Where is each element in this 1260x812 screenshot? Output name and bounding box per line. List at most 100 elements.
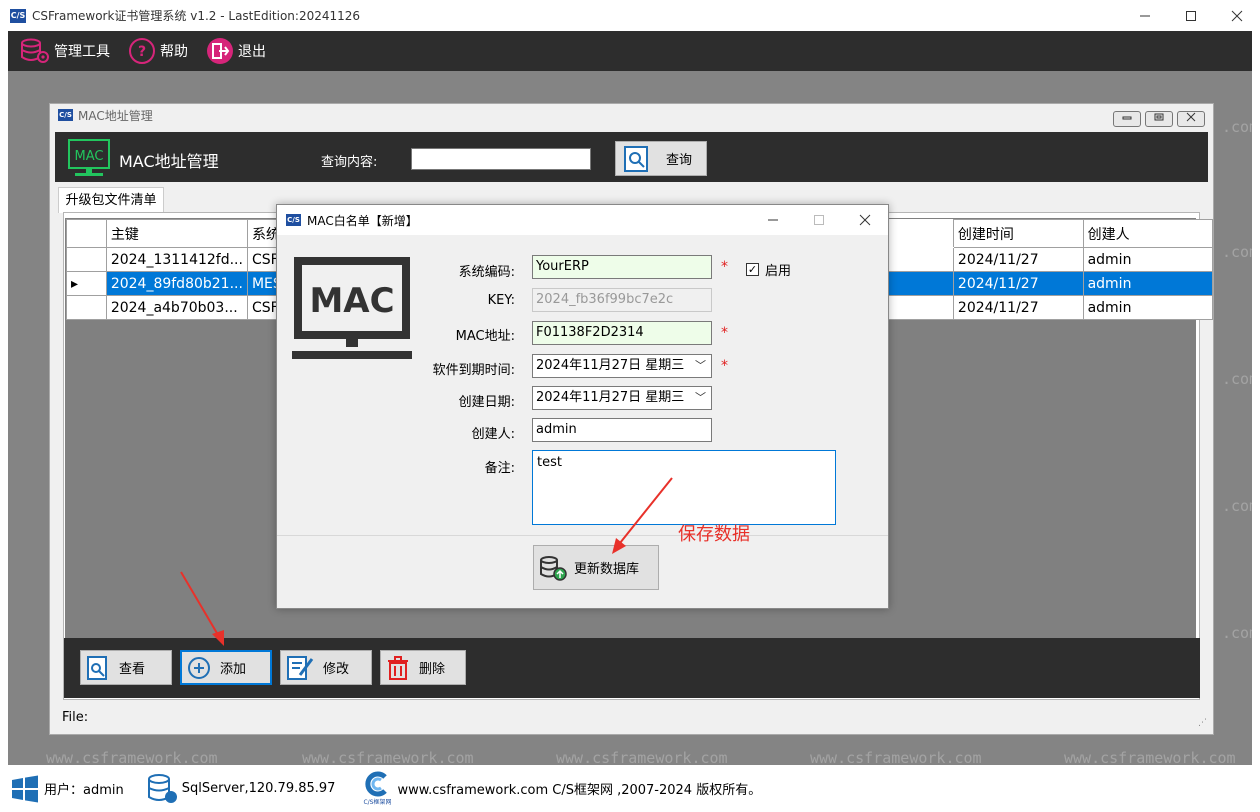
created-date-value: 2024年11月27日 星期三 xyxy=(536,390,685,405)
grid-cell-user[interactable]: admin xyxy=(1082,271,1214,296)
grid-row-header[interactable] xyxy=(66,247,107,272)
child-close-button[interactable] xyxy=(1177,111,1205,127)
child-header: MAC MAC地址管理 查询内容: 查询 xyxy=(55,132,1208,182)
svg-text:?: ? xyxy=(138,44,146,60)
system-code-input[interactable]: YourERP xyxy=(532,255,712,279)
menu-help-label: 帮助 xyxy=(160,44,188,60)
grid-column-header[interactable]: 创建时间 xyxy=(952,219,1084,248)
remark-textarea[interactable]: test xyxy=(532,450,836,525)
windows-logo-icon xyxy=(12,775,38,802)
grid-cell-key[interactable]: 2024_1311412fd... xyxy=(105,247,248,272)
action-bar: 查看 添加 修改 删除 xyxy=(64,638,1200,698)
mac-address-input[interactable]: F01138F2D2314 xyxy=(532,321,712,345)
add-button[interactable]: 添加 xyxy=(180,650,272,685)
delete-button[interactable]: 删除 xyxy=(380,650,466,685)
watermark-text: .com xyxy=(1222,243,1259,261)
mac-monitor-icon-text: MAC xyxy=(75,149,104,164)
minimize-button[interactable] xyxy=(1122,0,1168,31)
grid-row-header[interactable] xyxy=(66,295,107,320)
app-titlebar: C/S CSFramework证书管理系统 v1.2 - LastEdition… xyxy=(0,0,1260,31)
server-status-text: SqlServer,120.79.85.97 xyxy=(181,781,336,796)
watermark-text: .com xyxy=(1222,370,1259,388)
chevron-down-icon: ﹀ xyxy=(695,391,706,404)
edit-button-label: 修改 xyxy=(323,662,350,677)
grid-cell-user[interactable]: admin xyxy=(1082,247,1214,272)
expire-date-value: 2024年11月27日 星期三 xyxy=(536,358,685,373)
mac-monitor-icon-text: MAC xyxy=(309,281,394,321)
tab-upgrade-files[interactable]: 升级包文件清单 xyxy=(58,187,164,213)
maximize-icon xyxy=(814,215,824,225)
creator-input[interactable]: admin xyxy=(532,418,712,442)
csframework-logo: C/S框架网 xyxy=(359,771,395,806)
child-titlebar: C/S MAC地址管理 xyxy=(50,104,1213,127)
watermark-text: .com xyxy=(1222,118,1259,136)
required-mark: * xyxy=(721,259,728,275)
minimize-icon xyxy=(768,219,778,221)
database-connection-icon xyxy=(147,773,177,803)
file-status: File: xyxy=(62,710,89,725)
grid-cell-date[interactable]: 2024/11/27 xyxy=(952,295,1084,320)
maximize-icon xyxy=(1186,10,1196,21)
edit-document-icon xyxy=(287,655,314,680)
dialog-close-button[interactable] xyxy=(842,205,888,235)
update-database-label: 更新数据库 xyxy=(574,562,640,577)
query-label: 查询内容: xyxy=(321,155,378,170)
dialog-minimize-button[interactable] xyxy=(750,205,796,235)
grid-cell-date[interactable]: 2024/11/27 xyxy=(952,271,1084,296)
child-logo: C/S xyxy=(58,109,73,121)
delete-button-label: 删除 xyxy=(419,662,446,677)
minimize-icon xyxy=(1122,116,1132,120)
grid-cell-date[interactable]: 2024/11/27 xyxy=(952,247,1084,272)
created-date-picker[interactable]: 2024年11月27日 星期三 ﹀ xyxy=(532,386,712,410)
resize-grip-icon[interactable]: ⋰ xyxy=(1198,718,1207,728)
copyright-status: C/S框架网 www.csframework.com C/S框架网 ,2007-… xyxy=(359,771,761,806)
close-button[interactable] xyxy=(1214,0,1260,31)
grid-column-header[interactable]: 创建人 xyxy=(1082,219,1214,248)
dialog-logo: C/S xyxy=(286,214,301,226)
row-indicator-icon: ▸ xyxy=(71,275,79,292)
grid-row-header-column xyxy=(66,219,107,248)
copyright-text: www.csframework.com C/S框架网 ,2007-2024 版权… xyxy=(397,783,762,798)
restore-icon xyxy=(1154,113,1164,121)
app-title: CSFramework证书管理系统 v1.2 - LastEdition:202… xyxy=(32,9,361,23)
plus-circle-icon xyxy=(188,656,210,679)
edit-button[interactable]: 修改 xyxy=(280,650,372,685)
mac-whitelist-dialog: C/S MAC白名单【新增】 MAC 系统编码: YourERP * ✓ 启用 … xyxy=(276,204,889,609)
database-gear-icon xyxy=(21,38,49,63)
key-input: 2024_fb36f99bc7e2c xyxy=(532,288,712,312)
required-mark: * xyxy=(721,325,728,341)
status-taskbar: 用户：admin SqlServer,120.79.85.97 C/S框架网 w… xyxy=(0,765,1260,812)
menu-help[interactable]: ? 帮助 xyxy=(128,37,188,65)
query-input[interactable] xyxy=(411,148,591,170)
update-database-button[interactable]: 更新数据库 xyxy=(533,545,659,590)
dialog-title: MAC白名单【新增】 xyxy=(307,213,418,228)
csframework-logo-icon xyxy=(365,771,388,797)
menu-exit[interactable]: 退出 xyxy=(206,37,266,65)
view-button[interactable]: 查看 xyxy=(80,650,172,685)
system-code-label: 系统编码: xyxy=(458,265,515,280)
creator-label: 创建人: xyxy=(471,427,515,442)
grid-cell-key[interactable]: 2024_a4b70b03... xyxy=(105,295,248,320)
enabled-checkbox[interactable]: ✓ 启用 xyxy=(746,260,791,279)
enabled-label: 启用 xyxy=(765,264,792,279)
menu-manage-tools[interactable]: 管理工具 xyxy=(20,38,110,64)
remark-label: 备注: xyxy=(484,461,515,476)
grid-row-header-current[interactable]: ▸ xyxy=(66,271,107,296)
maximize-button[interactable] xyxy=(1168,0,1214,31)
grid-cell-user[interactable]: admin xyxy=(1082,295,1214,320)
child-minimize-button[interactable] xyxy=(1113,111,1141,127)
trash-icon xyxy=(388,655,408,680)
dialog-separator xyxy=(277,535,888,536)
grid-cell-key[interactable]: 2024_89fd80b21... xyxy=(105,271,248,296)
mac-address-label: MAC地址: xyxy=(455,329,515,344)
dialog-titlebar: C/S MAC白名单【新增】 xyxy=(277,205,888,235)
user-status: 用户：admin xyxy=(10,774,124,804)
child-restore-button[interactable] xyxy=(1145,111,1173,127)
search-document-icon xyxy=(87,655,107,680)
search-document-icon xyxy=(624,145,648,172)
checkbox-checked-icon: ✓ xyxy=(746,263,759,276)
app-menubar: 管理工具 ? 帮助 退出 xyxy=(8,31,1252,71)
query-button[interactable]: 查询 xyxy=(615,141,707,176)
expire-date-picker[interactable]: 2024年11月27日 星期三 ﹀ xyxy=(532,354,712,378)
grid-column-header[interactable]: 主键 xyxy=(105,219,248,248)
